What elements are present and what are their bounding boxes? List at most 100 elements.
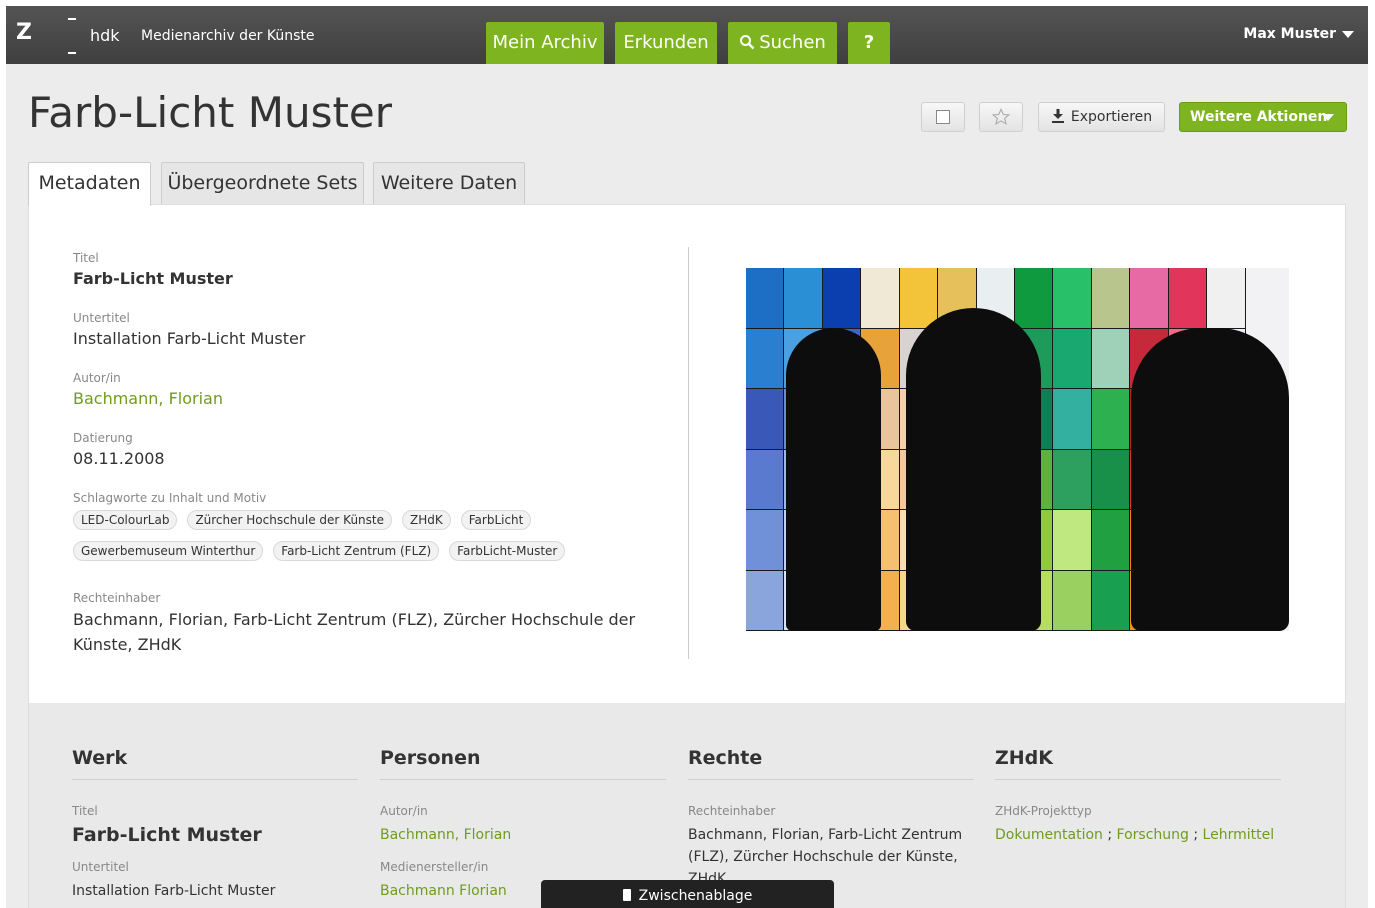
keyword-tag[interactable]: Farb-Licht Zentrum (FLZ) [273,541,440,561]
column-zhdk: ZHdK ZHdK-Projekttyp Dokumentation ; For… [995,747,1281,846]
field-label: Medienersteller/in [380,860,489,874]
checkbox-icon [936,110,950,124]
nav-erkunden[interactable]: Erkunden [615,22,717,64]
project-type-link[interactable]: Lehrmittel [1203,827,1275,843]
user-menu[interactable]: Max Muster [1243,26,1354,42]
clipboard-label: Zwischenablage [638,888,753,904]
column-heading: Werk [72,747,358,780]
color-tile [1091,449,1130,509]
field-value: Farb-Licht Muster [73,269,233,288]
brand-label[interactable]: hdk [90,26,120,45]
color-tile [1014,268,1053,328]
app-title[interactable]: Medienarchiv der Künste [141,28,315,44]
media-preview-image[interactable] [746,268,1289,631]
nav-label: Erkunden [623,32,709,53]
keyword-tag[interactable]: FarbLicht-Muster [449,541,566,561]
more-actions-label: Weitere Aktionen [1190,109,1328,125]
project-type-list: Dokumentation ; Forschung ; Lehrmittel [995,827,1275,843]
keyword-tag[interactable]: FarbLicht [460,510,532,530]
clipboard-bar[interactable]: Zwischenablage [541,880,834,908]
color-tile [746,268,784,328]
export-button[interactable]: Exportieren [1038,102,1165,132]
nav-suchen[interactable]: Suchen [728,22,837,64]
field-value: 08.11.2008 [73,449,165,468]
color-tile [746,328,784,388]
keyword-list: LED-ColourLab Zürcher Hochschule der Küns… [73,509,673,571]
tab-label: Weitere Daten [380,172,518,194]
color-tile [746,570,784,630]
field-untertitel: Untertitel Installation Farb-Licht Muste… [73,311,305,348]
zhdk-logo[interactable]: Z [16,20,32,45]
color-tile [1053,510,1091,570]
nav-mein-archiv[interactable]: Mein Archiv [486,22,604,64]
field-titel: Titel Farb-Licht Muster [73,251,233,288]
color-tile [746,449,784,509]
field-value: Installation Farb-Licht Muster [73,329,306,348]
more-actions-button[interactable]: Weitere Aktionen [1179,102,1347,132]
project-type-link[interactable]: Dokumentation [995,827,1103,843]
field-value: Farb-Licht Muster [72,824,262,846]
color-tile [784,268,822,328]
field-label: Titel [73,251,99,265]
column-rechte: Rechte Rechteinhaber Bachmann, Florian, … [688,747,974,890]
color-tile [861,268,899,328]
field-label: Untertitel [73,311,130,325]
caret-down-icon [1342,30,1354,38]
keyword-tag[interactable]: LED-ColourLab [73,510,178,530]
field-label: ZHdK-Projekttyp [995,804,1092,818]
favorite-button[interactable] [979,102,1023,132]
color-tile [1091,268,1130,328]
color-tile [1053,389,1091,449]
field-label: Autor/in [73,371,121,385]
tab-uebergeordnete-sets[interactable]: Übergeordnete Sets [161,162,364,204]
person-silhouette [1131,328,1289,631]
select-checkbox-button[interactable] [921,102,965,132]
column-heading: ZHdK [995,747,1281,780]
tab-label: Übergeordnete Sets [167,172,358,194]
field-value: Installation Farb-Licht Muster [72,883,276,899]
color-tile [822,268,861,328]
column-heading: Rechte [688,747,974,780]
column-divider [688,247,689,659]
logo-divider-icon [68,18,76,54]
color-tile [899,268,938,328]
project-type-link[interactable]: Forschung [1117,827,1189,843]
color-tile [1091,389,1130,449]
person-silhouette [906,308,1041,631]
keyword-tag[interactable]: Gewerbemuseum Winterthur [73,541,264,561]
person-silhouette [786,328,881,631]
color-tile [1207,268,1245,328]
column-personen: Personen Autor/in Bachmann, Florian Medi… [380,747,666,902]
color-tile [746,510,784,570]
nav-help[interactable]: ? [848,22,890,64]
field-autor: Autor/in Bachmann, Florian [73,371,223,408]
keyword-tag[interactable]: Zürcher Hochschule der Künste [187,510,392,530]
keyword-tag[interactable]: ZHdK [402,510,451,530]
field-label: Titel [72,804,98,818]
tab-label: Metadaten [38,172,141,194]
color-tile [1168,268,1207,328]
field-label: Rechteinhaber [73,591,161,605]
export-label: Exportieren [1070,109,1153,125]
field-label: Autor/in [380,804,428,818]
field-label: Rechteinhaber [688,804,776,818]
tab-metadaten[interactable]: Metadaten [28,162,151,206]
metadata-panel: Titel Farb-Licht Muster Untertitel Insta… [28,204,1346,908]
color-tile [1053,570,1091,630]
color-tile [1053,328,1091,388]
field-label: Schlagworte zu Inhalt und Motiv [73,491,267,505]
field-datierung: Datierung 08.11.2008 [73,431,165,468]
field-label: Datierung [73,431,133,445]
tab-weitere-daten[interactable]: Weitere Daten [373,162,525,204]
metadata-detail-section: Werk Titel Farb-Licht Muster Untertitel … [29,703,1345,908]
page-title: Farb-Licht Muster [28,88,393,137]
column-werk: Werk Titel Farb-Licht Muster Untertitel … [72,747,358,902]
app-frame: Z hdk Medienarchiv der Künste Mein Archi… [6,6,1368,908]
author-link[interactable]: Bachmann, Florian [380,824,666,846]
color-tile [1091,510,1130,570]
color-tile [1130,268,1168,328]
color-tile [1091,570,1130,630]
author-link[interactable]: Bachmann, Florian [73,389,223,408]
nav-label: ? [863,32,875,53]
color-tile [1053,268,1091,328]
